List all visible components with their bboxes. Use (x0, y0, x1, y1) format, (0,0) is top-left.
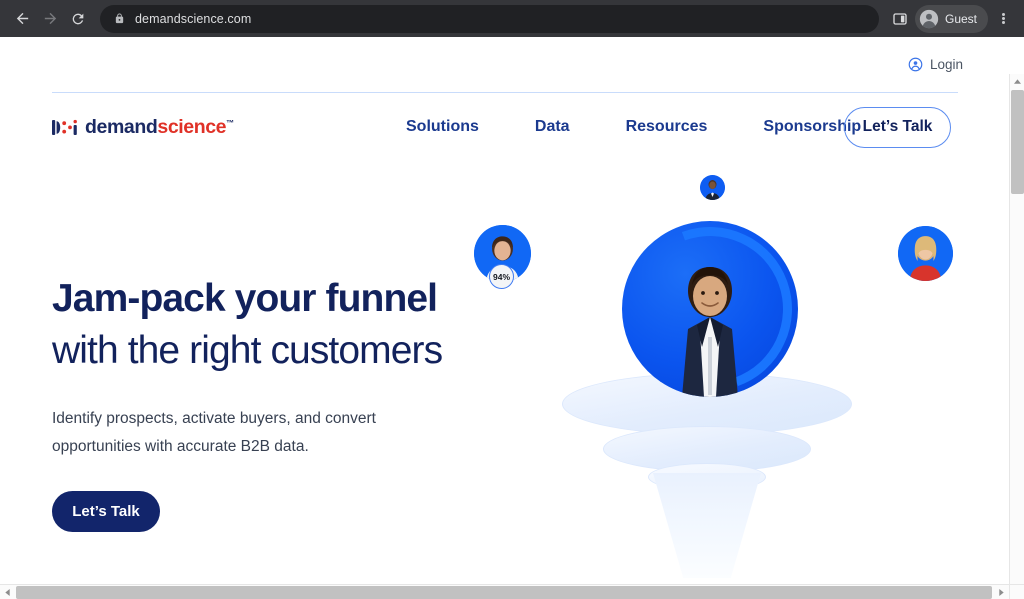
site-header: demandscience™ Solutions Data Resources … (6, 93, 1009, 161)
vertical-scrollbar-thumb[interactable] (1011, 90, 1024, 194)
hero-subtitle: Identify prospects, activate buyers, and… (52, 410, 376, 455)
lock-icon (115, 13, 124, 24)
address-bar[interactable]: demandscience.com (100, 4, 879, 33)
left-avatar-percent-badge: 94% (489, 264, 514, 289)
scroll-right-button[interactable] (994, 585, 1009, 599)
hero-illustration: 94% (446, 161, 1006, 578)
kebab-menu-icon (1001, 11, 1005, 26)
nav-item-resources[interactable]: Resources (598, 118, 736, 136)
login-link[interactable]: Login (908, 57, 963, 72)
utility-bar: Login (6, 37, 1009, 91)
woman-dark-blazer-portrait (682, 267, 738, 397)
login-label: Login (929, 56, 963, 72)
profile-button[interactable]: Guest (914, 4, 988, 33)
avatar-right (898, 226, 953, 281)
user-circle-icon (908, 57, 923, 71)
chevron-right-icon (999, 589, 1004, 596)
hero-lets-talk-button[interactable]: Let’s Talk (52, 491, 160, 532)
hero-center-bubble (622, 221, 798, 397)
hero-copy: Jam-pack your funnel with the right cust… (52, 273, 452, 532)
man-in-suit-avatar-icon (700, 175, 725, 200)
logo-wordmark: demandscience™ (85, 116, 234, 139)
chevron-up-icon (1014, 79, 1021, 84)
header-lets-talk-button[interactable]: Let’s Talk (844, 106, 951, 148)
scroll-left-button[interactable] (0, 585, 15, 599)
funnel-stem (653, 473, 761, 578)
avatar-top (700, 175, 725, 200)
hero-title-bold: Jam-pack your funnel (52, 277, 438, 320)
back-arrow-icon (16, 12, 28, 25)
url-text: demandscience.com (135, 11, 252, 26)
reload-button[interactable] (64, 5, 92, 33)
logo-text-demand: demand (85, 115, 158, 138)
toolbar-right-cluster: Guest (887, 4, 1016, 33)
browser-toolbar: demandscience.com Guest (0, 0, 1024, 37)
profile-name-label: Guest (944, 11, 977, 26)
nav-item-solutions[interactable]: Solutions (378, 118, 507, 136)
side-panel-button[interactable] (887, 5, 913, 33)
hero-section: Jam-pack your funnel with the right cust… (6, 161, 1009, 578)
site-logo[interactable]: demandscience™ (52, 116, 234, 139)
hero-title-rest: with the right customers (52, 329, 443, 372)
forward-arrow-icon (44, 12, 56, 25)
web-page: Login demandscience™ Solutions Data Reso… (6, 37, 1009, 578)
reload-icon (72, 13, 84, 24)
hero-title: Jam-pack your funnel with the right cust… (52, 273, 452, 377)
profile-avatar-icon (919, 9, 939, 28)
side-panel-icon (893, 12, 907, 25)
horizontal-scrollbar[interactable] (0, 584, 1009, 599)
browser-menu-button[interactable] (990, 5, 1016, 33)
forward-button[interactable] (36, 5, 64, 33)
scrollbar-corner (1009, 584, 1024, 599)
vertical-scrollbar[interactable] (1009, 74, 1024, 599)
woman-blonde-red-top-avatar-icon (898, 226, 953, 281)
logo-text-science: science (157, 115, 227, 138)
back-button[interactable] (8, 5, 36, 33)
horizontal-scrollbar-thumb[interactable] (16, 586, 992, 599)
nav-item-data[interactable]: Data (507, 118, 598, 136)
browser-viewport: Login demandscience™ Solutions Data Reso… (0, 37, 1024, 599)
logo-trademark: ™ (226, 118, 234, 127)
chevron-left-icon (5, 589, 10, 596)
demandscience-dots-icon (52, 119, 77, 135)
scroll-up-button[interactable] (1010, 74, 1024, 89)
main-navigation: Solutions Data Resources Sponsorship (378, 118, 889, 136)
